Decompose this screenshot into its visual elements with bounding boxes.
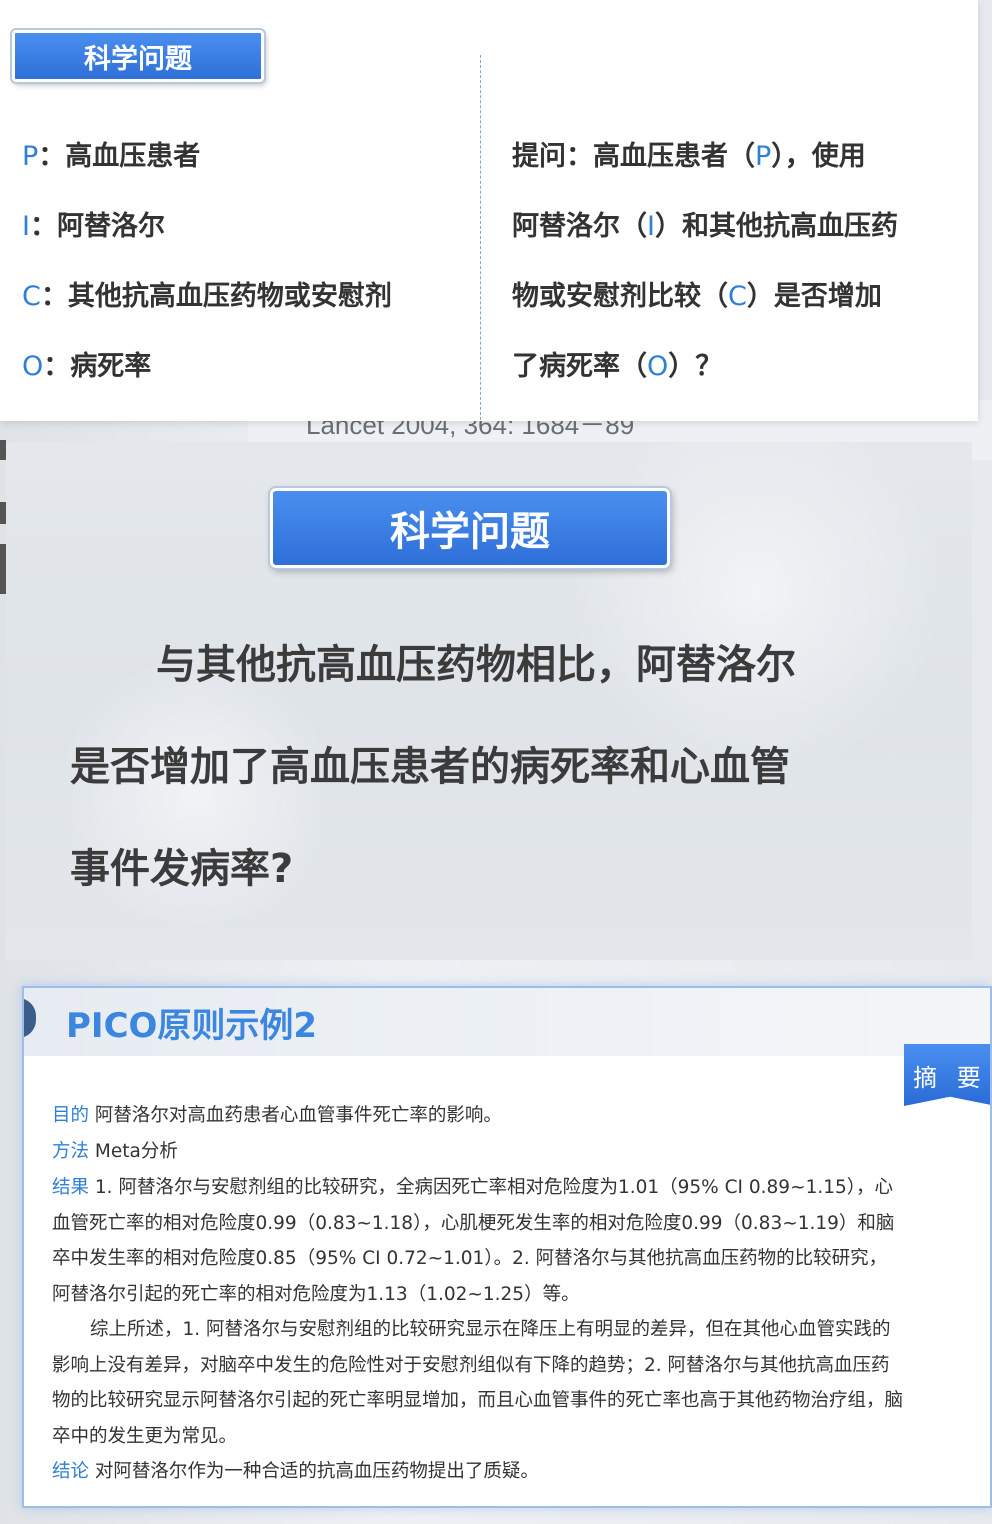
question-text-line: 与其他抗高血压药物相比，阿替洛尔 bbox=[156, 642, 796, 688]
result-label: 结果 bbox=[52, 1177, 90, 1198]
question-text-line: 是否增加了高血压患者的病死率和心血管 bbox=[70, 744, 790, 790]
pico-letter: C bbox=[22, 281, 41, 312]
result-line: 阿替洛尔引起的死亡率的相对危险度为1.13（1.02~1.25）等。 bbox=[52, 1283, 580, 1305]
question-line: 阿替洛尔（I）和其他抗高血压药 bbox=[512, 211, 898, 242]
section-pill: 科学问题 bbox=[268, 486, 672, 570]
pico-text: 高血压患者 bbox=[65, 141, 201, 172]
conclusion-text: 对阿替洛尔作为一种合适的抗高血压药物提出了质疑。 bbox=[94, 1461, 539, 1482]
abstract-results: 结果 1. 阿替洛尔与安慰剂组的比较研究，全病因死亡率相对危险度为1.01（95… bbox=[52, 1170, 964, 1312]
method-label: 方法 bbox=[52, 1141, 90, 1162]
purpose-label: 目的 bbox=[52, 1105, 90, 1126]
slide-header: PICO原则示例2 bbox=[24, 988, 990, 1056]
abstract-badge: 摘 要 bbox=[904, 1044, 990, 1106]
abstract-purpose: 目的 阿替洛尔对高血药患者心血管事件死亡率的影响。 bbox=[52, 1098, 964, 1134]
abstract-summary: 综上所述，1. 阿替洛尔与安慰剂组的比较研究显示在降压上有明显的差异，但在其他心… bbox=[52, 1312, 964, 1454]
purpose-text: 阿替洛尔对高血药患者心血管事件死亡率的影响。 bbox=[94, 1105, 502, 1126]
section-pill: 科学问题 bbox=[10, 28, 266, 84]
conclusion-label: 结论 bbox=[52, 1461, 90, 1482]
pico-letter: I bbox=[22, 211, 30, 242]
pico-text: 病死率 bbox=[70, 351, 152, 382]
summary-line: 卒中的发生更为常见。 bbox=[52, 1425, 238, 1447]
pico-letter: P bbox=[22, 141, 39, 172]
pico-text: 阿替洛尔 bbox=[56, 211, 165, 242]
result-line: 1. 阿替洛尔与安慰剂组的比较研究，全病因死亡率相对危险度为1.01（95% C… bbox=[94, 1177, 894, 1198]
slide-research-question: 科学问题 与其他抗高血压药物相比，阿替洛尔 是否增加了高血压患者的病死率和心血管… bbox=[6, 442, 972, 960]
abstract-method: 方法 Meta分析 bbox=[52, 1134, 964, 1170]
pico-row-i: I：阿替洛尔 bbox=[22, 211, 165, 242]
pico-row-c: C：其他抗高血压药物或安慰剂 bbox=[22, 281, 392, 312]
result-line: 卒中发生率的相对危险度0.85（95% CI 0.72~1.01）。2. 阿替洛… bbox=[52, 1248, 888, 1269]
slide-pico-example-2: PICO原则示例2 摘 要 目的 阿替洛尔对高血药患者心血管事件死亡率的影响。 … bbox=[22, 986, 992, 1508]
question-line: 提问：高血压患者（P），使用 bbox=[512, 141, 866, 172]
header-tab-mark bbox=[24, 998, 36, 1038]
pico-letter: O bbox=[22, 351, 44, 382]
pico-text: 其他抗高血压药物或安慰剂 bbox=[67, 281, 392, 312]
question-line: 了病死率（O）？ bbox=[512, 351, 723, 382]
pico-row-p: P：高血压患者 bbox=[22, 141, 201, 172]
summary-line: 物的比较研究显示阿替洛尔引起的死亡率明显增加，而且心血管事件的死亡率也高于其他药… bbox=[52, 1390, 904, 1411]
pico-row-o: O：病死率 bbox=[22, 351, 152, 382]
result-line: 血管死亡率的相对危险度0.99（0.83~1.18），心肌梗死发生率的相对危险度… bbox=[52, 1212, 895, 1234]
slide-title: PICO原则示例2 bbox=[66, 1006, 318, 1046]
summary-line: 综上所述，1. 阿替洛尔与安慰剂组的比较研究显示在降压上有明显的差异，但在其他心… bbox=[90, 1319, 891, 1340]
abstract-conclusion: 结论 对阿替洛尔作为一种合适的抗高血压药物提出了质疑。 bbox=[52, 1454, 964, 1490]
question-text-line: 事件发病率? bbox=[70, 846, 294, 892]
summary-line: 影响上没有差异，对脑卒中发生的危险性对于安慰剂组似有下降的趋势；2. 阿替洛尔与… bbox=[52, 1354, 890, 1376]
slide-pico-breakdown: 科学问题 P：高血压患者 I：阿替洛尔 C：其他抗高血压药物或安慰剂 O：病死率… bbox=[0, 0, 978, 421]
column-divider bbox=[480, 55, 481, 420]
method-text: Meta分析 bbox=[94, 1141, 178, 1162]
question-line: 物或安慰剂比较（C）是否增加 bbox=[512, 281, 882, 312]
